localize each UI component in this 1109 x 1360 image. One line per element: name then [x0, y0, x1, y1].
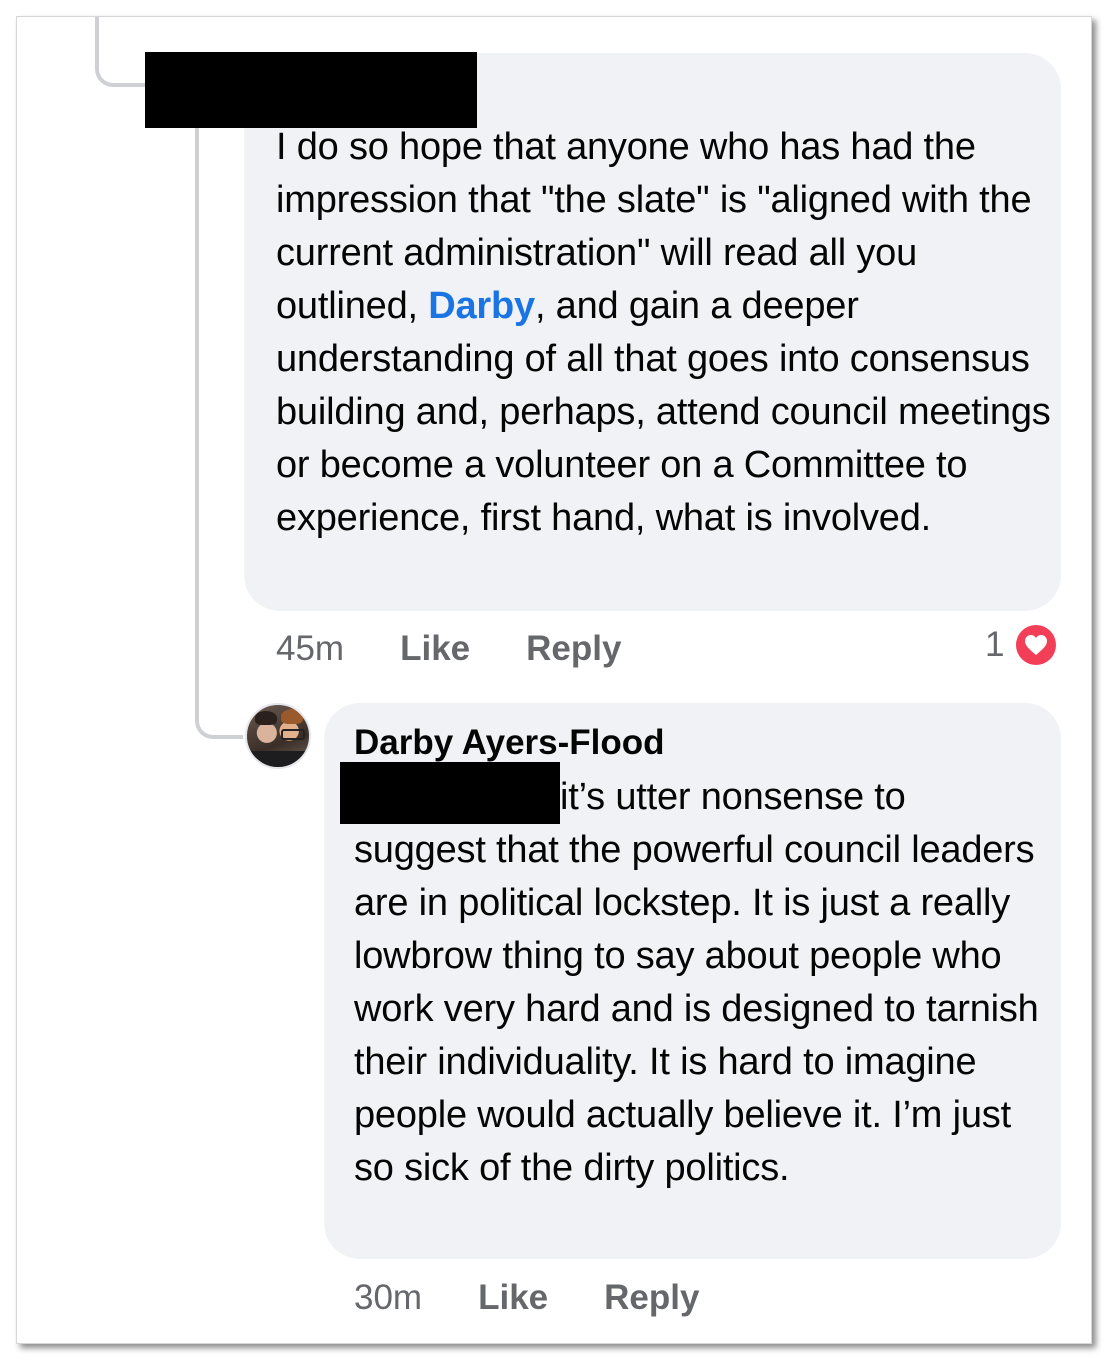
- comment-2-text: it’s utter nonsense to suggest that the …: [354, 776, 1039, 1189]
- comment-2-timestamp[interactable]: 30m: [354, 1278, 422, 1318]
- comment-1-actions: 45m Like Reply: [276, 627, 621, 671]
- mention-link-darby[interactable]: Darby: [428, 285, 535, 327]
- heart-icon: [1016, 625, 1057, 665]
- comment-2-like-button[interactable]: Like: [478, 1278, 548, 1318]
- comment-1-reactions[interactable]: 1: [985, 625, 1057, 665]
- comment-thread: I do so hope that anyone who has had the…: [16, 16, 1092, 1344]
- comment-1-text: I do so hope that anyone who has had the…: [276, 121, 1056, 545]
- thread-connector-reply: [195, 117, 243, 739]
- redacted-author-name: [145, 52, 477, 128]
- redacted-mention: [340, 762, 560, 824]
- comment-2-author-name[interactable]: Darby Ayers-Flood: [354, 722, 665, 764]
- comment-1-timestamp[interactable]: 45m: [276, 629, 344, 669]
- comment-2-reply-button[interactable]: Reply: [604, 1278, 699, 1318]
- comment-2-actions: 30m Like Reply: [354, 1276, 699, 1320]
- avatar[interactable]: [245, 703, 311, 769]
- reaction-count: 1: [985, 625, 1005, 664]
- comment-1-like-button[interactable]: Like: [400, 629, 470, 669]
- comment-1-reply-button[interactable]: Reply: [526, 629, 621, 669]
